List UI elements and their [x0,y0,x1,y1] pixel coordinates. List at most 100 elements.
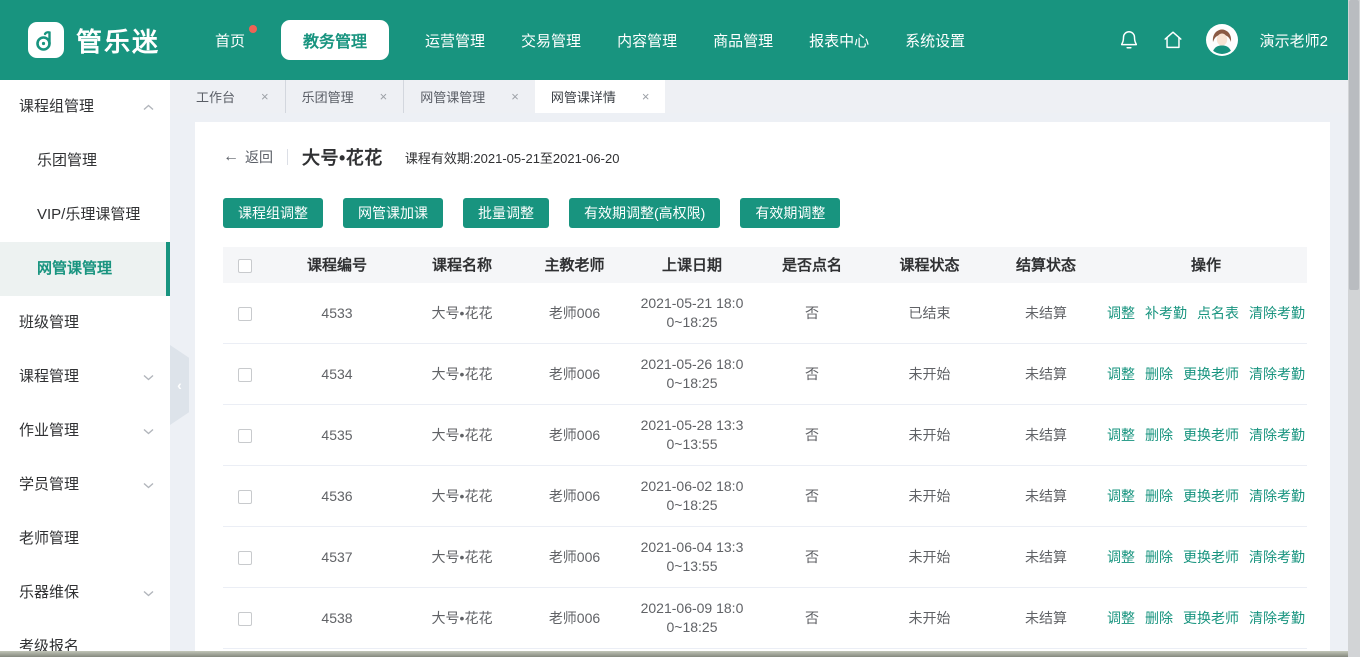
action-link-4[interactable]: 清除考勤 [1249,426,1305,445]
action-link-3[interactable]: 更换老师 [1183,426,1239,445]
close-icon[interactable]: × [380,89,388,104]
close-icon[interactable]: × [261,89,269,104]
action-link-1[interactable]: 调整 [1107,426,1135,445]
sidebar-item-online-course-mgmt[interactable]: 网管课管理 [0,242,170,296]
rollcall-flag: 否 [752,487,872,506]
sidebar-item-instrument-maintenance[interactable]: 乐器维保 [0,566,170,620]
nav-home[interactable]: 首页 [215,30,245,51]
action-link-4[interactable]: 清除考勤 [1249,304,1305,323]
tab-bar: 工作台 × 乐团管理 × 网管课管理 × 网管课详情 × [170,80,1348,113]
sidebar-item-vip-theory-mgmt[interactable]: VIP/乐理课管理 [0,188,170,242]
row-checkbox[interactable] [238,612,252,626]
chevron-down-icon [143,404,154,458]
action-link-1[interactable]: 调整 [1107,487,1135,506]
row-actions: 调整 删除 更换老师 清除考勤 [1105,609,1307,628]
course-id: 4536 [267,487,407,506]
sidebar-item-course-group-mgmt[interactable]: 课程组管理 [0,80,170,134]
teacher-name: 老师006 [517,609,632,628]
sidebar-item-class-mgmt[interactable]: 班级管理 [0,296,170,350]
action-link-3[interactable]: 更换老师 [1183,365,1239,384]
sidebar-item-teacher-mgmt[interactable]: 老师管理 [0,512,170,566]
teacher-name: 老师006 [517,426,632,445]
validity-adjust-privileged-button[interactable]: 有效期调整(高权限) [569,198,720,228]
close-icon[interactable]: × [511,89,519,104]
validity-adjust-button[interactable]: 有效期调整 [740,198,840,228]
action-link-4[interactable]: 清除考勤 [1249,487,1305,506]
sidebar: 课程组管理 乐团管理 VIP/乐理课管理 网管课管理 班级管理 课程管理 作业管… [0,80,170,657]
table-row: 4533 大号•花花 老师006 2021-05-21 18:0 0~18:25… [223,283,1307,344]
tab-online-course-detail[interactable]: 网管课详情 × [535,80,666,113]
row-checkbox[interactable] [238,551,252,565]
col-date: 上课日期 [632,256,752,275]
course-status: 未开始 [872,487,987,506]
action-link-1[interactable]: 调整 [1107,609,1135,628]
top-bar: 管乐迷 首页 教务管理 运营管理 交易管理 内容管理 商品管理 报表中心 系统设… [0,0,1348,80]
action-link-2[interactable]: 删除 [1145,426,1173,445]
batch-adjust-button[interactable]: 批量调整 [463,198,549,228]
username[interactable]: 演示老师2 [1260,30,1328,51]
page-title: 大号•花花 [302,144,383,170]
sidebar-item-homework-mgmt[interactable]: 作业管理 [0,404,170,458]
settlement-status: 未结算 [987,304,1105,323]
sidebar-item-student-mgmt[interactable]: 学员管理 [0,458,170,512]
add-online-class-button[interactable]: 网管课加课 [343,198,443,228]
brand: 管乐迷 [0,22,215,59]
row-checkbox[interactable] [238,429,252,443]
notification-dot-badge [249,25,257,33]
action-link-2[interactable]: 删除 [1145,365,1173,384]
action-link-3[interactable]: 更换老师 [1183,609,1239,628]
sidebar-item-course-mgmt[interactable]: 课程管理 [0,350,170,404]
action-link-3[interactable]: 更换老师 [1183,548,1239,567]
row-checkbox[interactable] [238,490,252,504]
nav-content[interactable]: 内容管理 [617,30,677,51]
page-scrollbar[interactable] [1348,0,1360,657]
divider [287,149,288,165]
nav-academic[interactable]: 教务管理 [281,20,389,60]
back-button[interactable]: ← 返回 [223,147,273,167]
action-link-2[interactable]: 删除 [1145,609,1173,628]
teacher-name: 老师006 [517,304,632,323]
row-actions: 调整 删除 更换老师 清除考勤 [1105,487,1307,506]
course-group-adjust-button[interactable]: 课程组调整 [223,198,323,228]
settlement-status: 未结算 [987,548,1105,567]
course-name: 大号•花花 [407,426,517,445]
action-link-3[interactable]: 更换老师 [1183,487,1239,506]
course-id: 4533 [267,304,407,323]
scrollbar-thumb[interactable] [1349,0,1359,290]
action-link-2[interactable]: 删除 [1145,487,1173,506]
bottom-edge-strip [0,651,1348,657]
bell-icon[interactable] [1118,29,1140,51]
action-link-3[interactable]: 点名表 [1197,304,1239,323]
action-link-4[interactable]: 清除考勤 [1249,365,1305,384]
chevron-left-icon: ‹ [177,377,182,393]
close-icon[interactable]: × [642,89,650,104]
chevron-down-icon [143,566,154,620]
action-link-1[interactable]: 调整 [1107,548,1135,567]
course-status: 已结束 [872,304,987,323]
action-link-4[interactable]: 清除考勤 [1249,609,1305,628]
sidebar-collapse-handle[interactable]: ‹ [170,345,189,425]
course-status: 未开始 [872,365,987,384]
home-icon[interactable] [1162,29,1184,51]
action-link-2[interactable]: 补考勤 [1145,304,1187,323]
nav-settings[interactable]: 系统设置 [905,30,965,51]
course-id: 4537 [267,548,407,567]
action-link-4[interactable]: 清除考勤 [1249,548,1305,567]
nav-goods[interactable]: 商品管理 [713,30,773,51]
action-link-2[interactable]: 删除 [1145,548,1173,567]
nav-transactions[interactable]: 交易管理 [521,30,581,51]
tab-orchestra-mgmt[interactable]: 乐团管理 × [285,80,404,113]
action-link-1[interactable]: 调整 [1107,304,1135,323]
row-checkbox[interactable] [238,307,252,321]
select-all-checkbox[interactable] [238,259,252,273]
avatar[interactable] [1206,24,1238,56]
nav-reports[interactable]: 报表中心 [809,30,869,51]
table-header-row: 课程编号 课程名称 主教老师 上课日期 是否点名 课程状态 结算状态 操作 [223,247,1307,283]
sidebar-item-orchestra-mgmt[interactable]: 乐团管理 [0,134,170,188]
tab-workbench[interactable]: 工作台 × [180,80,285,113]
nav-operations[interactable]: 运营管理 [425,30,485,51]
tab-online-course-mgmt[interactable]: 网管课管理 × [403,80,535,113]
class-date: 2021-05-21 18:0 0~18:25 [632,294,752,332]
action-link-1[interactable]: 调整 [1107,365,1135,384]
row-checkbox[interactable] [238,368,252,382]
